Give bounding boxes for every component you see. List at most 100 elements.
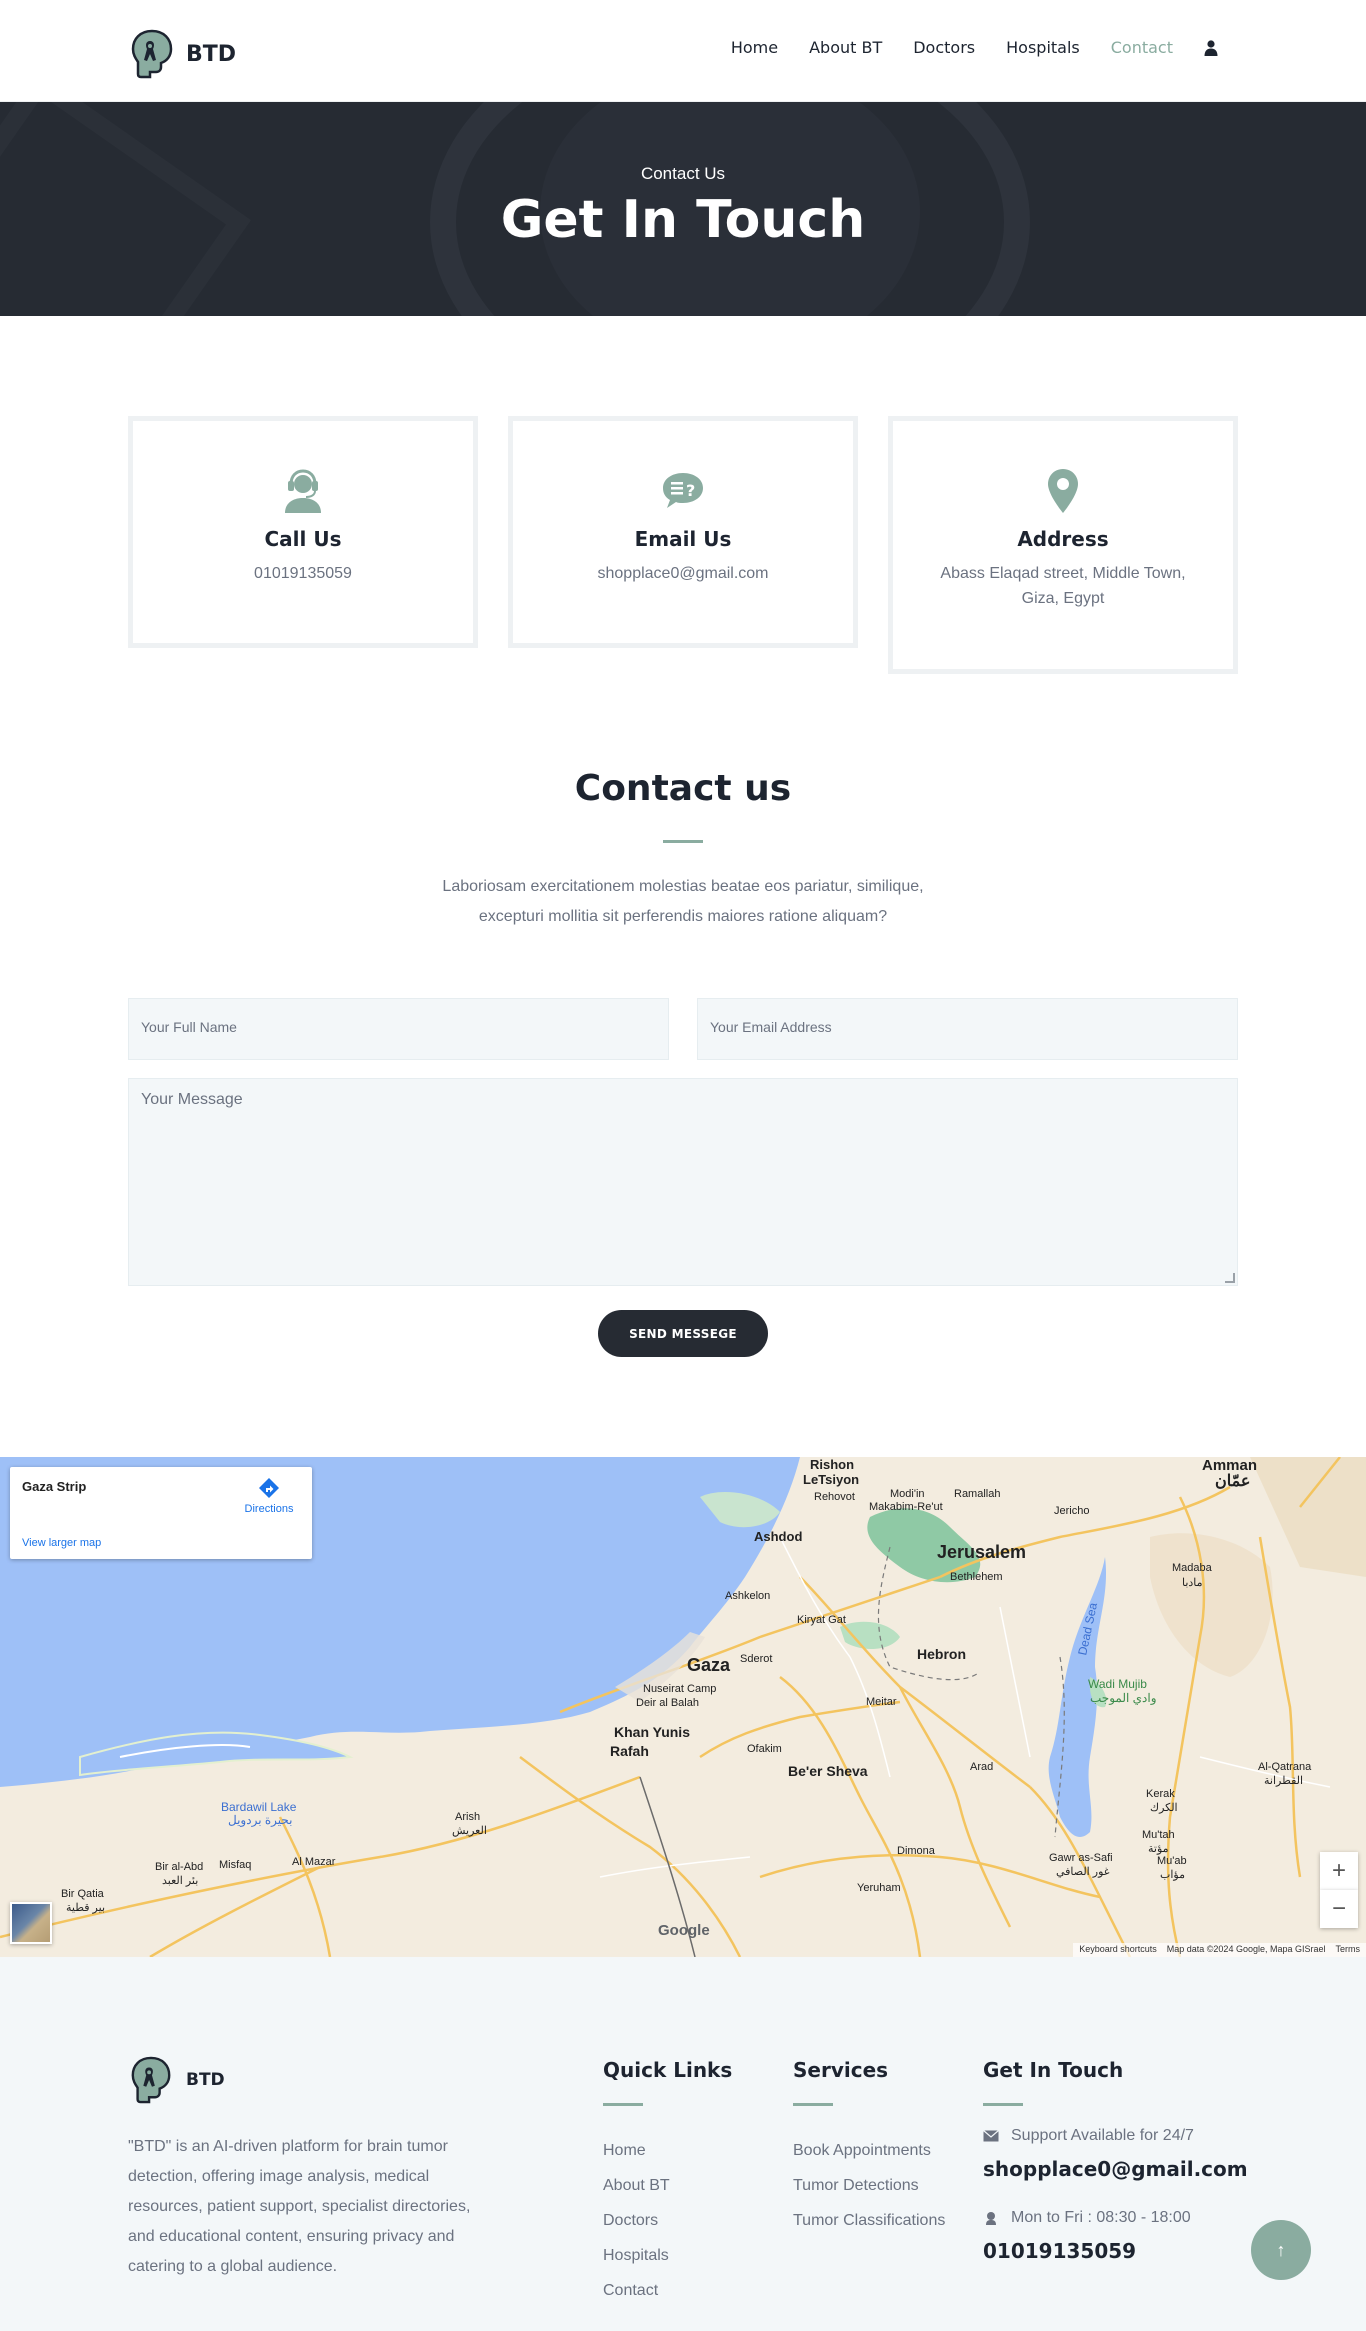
brand[interactable]: BTD [128, 28, 236, 80]
footer-phone[interactable]: 01019135059 [983, 2239, 1136, 2263]
footer-link-about[interactable]: About BT [603, 2168, 670, 2203]
services-list: Book Appointments Tumor Detections Tumor… [793, 2133, 945, 2238]
contact-section-title: Contact us [574, 768, 792, 809]
map-label-madaba-ar: مادبا [1182, 1577, 1203, 1589]
footer-link-doctors[interactable]: Doctors [603, 2203, 670, 2238]
map-label-ramallah: Ramallah [954, 1488, 1001, 1500]
satellite-toggle[interactable] [10, 1902, 52, 1944]
map-label-yeruham: Yeruham [857, 1882, 901, 1894]
services-title: Services [793, 2058, 889, 2082]
footer-brand[interactable]: BTD [128, 2055, 225, 2105]
hero-eyebrow: Contact Us [640, 164, 726, 183]
map-label-wadi-mujib: Wadi Mujib [1088, 1677, 1147, 1691]
map-label-rishon: Rishon [810, 1457, 855, 1472]
map-label-mutah: Mu'tah [1142, 1829, 1175, 1841]
nav-doctors[interactable]: Doctors [913, 38, 975, 57]
footer-link-hospitals[interactable]: Hospitals [603, 2238, 670, 2273]
main-nav: Home About BT Doctors Hospitals Contact [731, 38, 1218, 57]
map-label-muab-ar: مؤاب [1160, 1869, 1185, 1881]
footer-email[interactable]: shopplace0@gmail.com [983, 2157, 1248, 2181]
directions-button[interactable]: Directions [244, 1477, 294, 1515]
map-place-name: Gaza Strip [22, 1479, 87, 1494]
quick-links-divider [603, 2103, 643, 2106]
map-label-gaza: Gaza [687, 1655, 731, 1675]
map-label-al-qatrana-ar: القطرانة [1264, 1775, 1304, 1787]
nav-hospitals[interactable]: Hospitals [1006, 38, 1080, 57]
get-in-touch-title: Get In Touch [983, 2058, 1124, 2082]
quick-links-list: Home About BT Doctors Hospitals Contact [603, 2133, 670, 2308]
map-label-deir: Deir al Balah [636, 1697, 699, 1709]
full-name-input[interactable]: Your Full Name [128, 998, 669, 1060]
footer-link-contact[interactable]: Contact [603, 2273, 670, 2308]
email-address: shopplace0@gmail.com [597, 565, 769, 582]
service-link-classifications[interactable]: Tumor Classifications [793, 2203, 945, 2238]
map-label-arish: Arish [455, 1811, 481, 1823]
service-link-appointments[interactable]: Book Appointments [793, 2133, 945, 2168]
service-link-detections[interactable]: Tumor Detections [793, 2168, 945, 2203]
map-label-misfaq: Misfaq [219, 1859, 252, 1871]
map-label-dimona: Dimona [897, 1845, 935, 1857]
call-us-card: Call Us 01019135059 [128, 416, 478, 648]
map-label-kerak: Kerak [1146, 1788, 1175, 1800]
view-larger-map-link[interactable]: View larger map [22, 1537, 101, 1549]
map-label-nuseirat: Nuseirat Camp [643, 1683, 717, 1695]
map-label-gawr: Gawr as-Safi [1049, 1852, 1113, 1864]
map-label-mutah-ar: مؤتة [1148, 1843, 1169, 1855]
nav-contact[interactable]: Contact [1111, 38, 1173, 57]
quick-links-title: Quick Links [603, 2058, 733, 2082]
map-label-kerak-ar: الكرك [1150, 1802, 1178, 1814]
back-to-top-button[interactable]: ↑ [1251, 2220, 1311, 2280]
footer-about-text: "BTD" is an AI-driven platform for brain… [128, 2138, 471, 2275]
hours-row: Mon to Fri : 08:30 - 18:00 [983, 2209, 1191, 2227]
resize-handle[interactable] [1225, 1273, 1235, 1283]
title-divider [663, 840, 703, 843]
card-title: Call Us [264, 527, 342, 551]
map-label-muab: Mu'ab [1157, 1855, 1187, 1867]
card-title: Email Us [634, 527, 732, 551]
keyboard-shortcuts-link[interactable]: Keyboard shortcuts [1079, 1944, 1157, 1956]
email-input[interactable]: Your Email Address [697, 998, 1238, 1060]
map-label-bir-al-abd-ar: بئر العبد [162, 1875, 199, 1887]
map-label-bir-qatia-ar: بير قطية [66, 1902, 106, 1914]
map-label-madaba: Madaba [1172, 1562, 1212, 1574]
message-placeholder: Your Message [141, 1091, 243, 1108]
map-label-al-mazar: Al Mazar [292, 1856, 336, 1868]
footer-brand-name: BTD [186, 2070, 225, 2090]
hero-title: Get In Touch [500, 190, 866, 250]
site-header: BTD Home About BT Doctors Hospitals Cont… [0, 0, 1366, 102]
user-icon[interactable] [1204, 39, 1218, 56]
brain-ribbon-logo-icon [131, 2056, 171, 2104]
map-label-al-qatrana: Al-Qatrana [1258, 1761, 1312, 1773]
map-data-text: Map data ©2024 Google, Mapa GISrael [1166, 1944, 1326, 1954]
map-label-hebron: Hebron [917, 1646, 966, 1662]
nav-home[interactable]: Home [731, 38, 778, 57]
message-textarea[interactable]: Your Message [128, 1078, 1238, 1286]
map-label-bir-qatia: Bir Qatia [61, 1888, 104, 1900]
brand-name: BTD [186, 41, 237, 67]
map-label-makabim: Makabim-Re'ut [869, 1501, 943, 1513]
zoom-out-button[interactable]: − [1320, 1890, 1358, 1928]
send-message-button[interactable]: SEND MESSEGE [598, 1310, 768, 1357]
support-agent-icon [986, 2212, 996, 2225]
google-map[interactable]: Amman عمّان Rishon LeTsiyon Rehovot Modi… [0, 1457, 1366, 1957]
nav-about[interactable]: About BT [809, 38, 882, 57]
envelope-icon [983, 2130, 999, 2142]
map-label-arad: Arad [970, 1761, 994, 1773]
map-label-bardawil: Bardawil Lake [221, 1800, 297, 1814]
page-hero: Contact Us Get In Touch [0, 102, 1366, 316]
map-label-jericho: Jericho [1054, 1505, 1090, 1517]
footer-link-home[interactable]: Home [603, 2133, 670, 2168]
map-label-arish-ar: العريش [452, 1825, 487, 1837]
map-label-ofakim: Ofakim [747, 1743, 782, 1755]
brain-ribbon-logo-icon [131, 29, 173, 79]
google-logo: Google [658, 1922, 710, 1939]
terms-link[interactable]: Terms [1336, 1944, 1361, 1956]
zoom-in-button[interactable]: + [1320, 1852, 1358, 1890]
map-label-kiryat-gat: Kiryat Gat [797, 1614, 846, 1626]
map-label-gawr-ar: غور الصافي [1056, 1866, 1110, 1878]
map-label-ashkelon: Ashkelon [725, 1590, 771, 1602]
map-label-ashdod: Ashdod [754, 1529, 803, 1544]
hours-text: Mon to Fri : 08:30 - 18:00 [1011, 2209, 1191, 2226]
address-card: Address Abass Elaqad street, Middle Town… [888, 416, 1238, 674]
map-label-rehovot: Rehovot [814, 1491, 855, 1503]
